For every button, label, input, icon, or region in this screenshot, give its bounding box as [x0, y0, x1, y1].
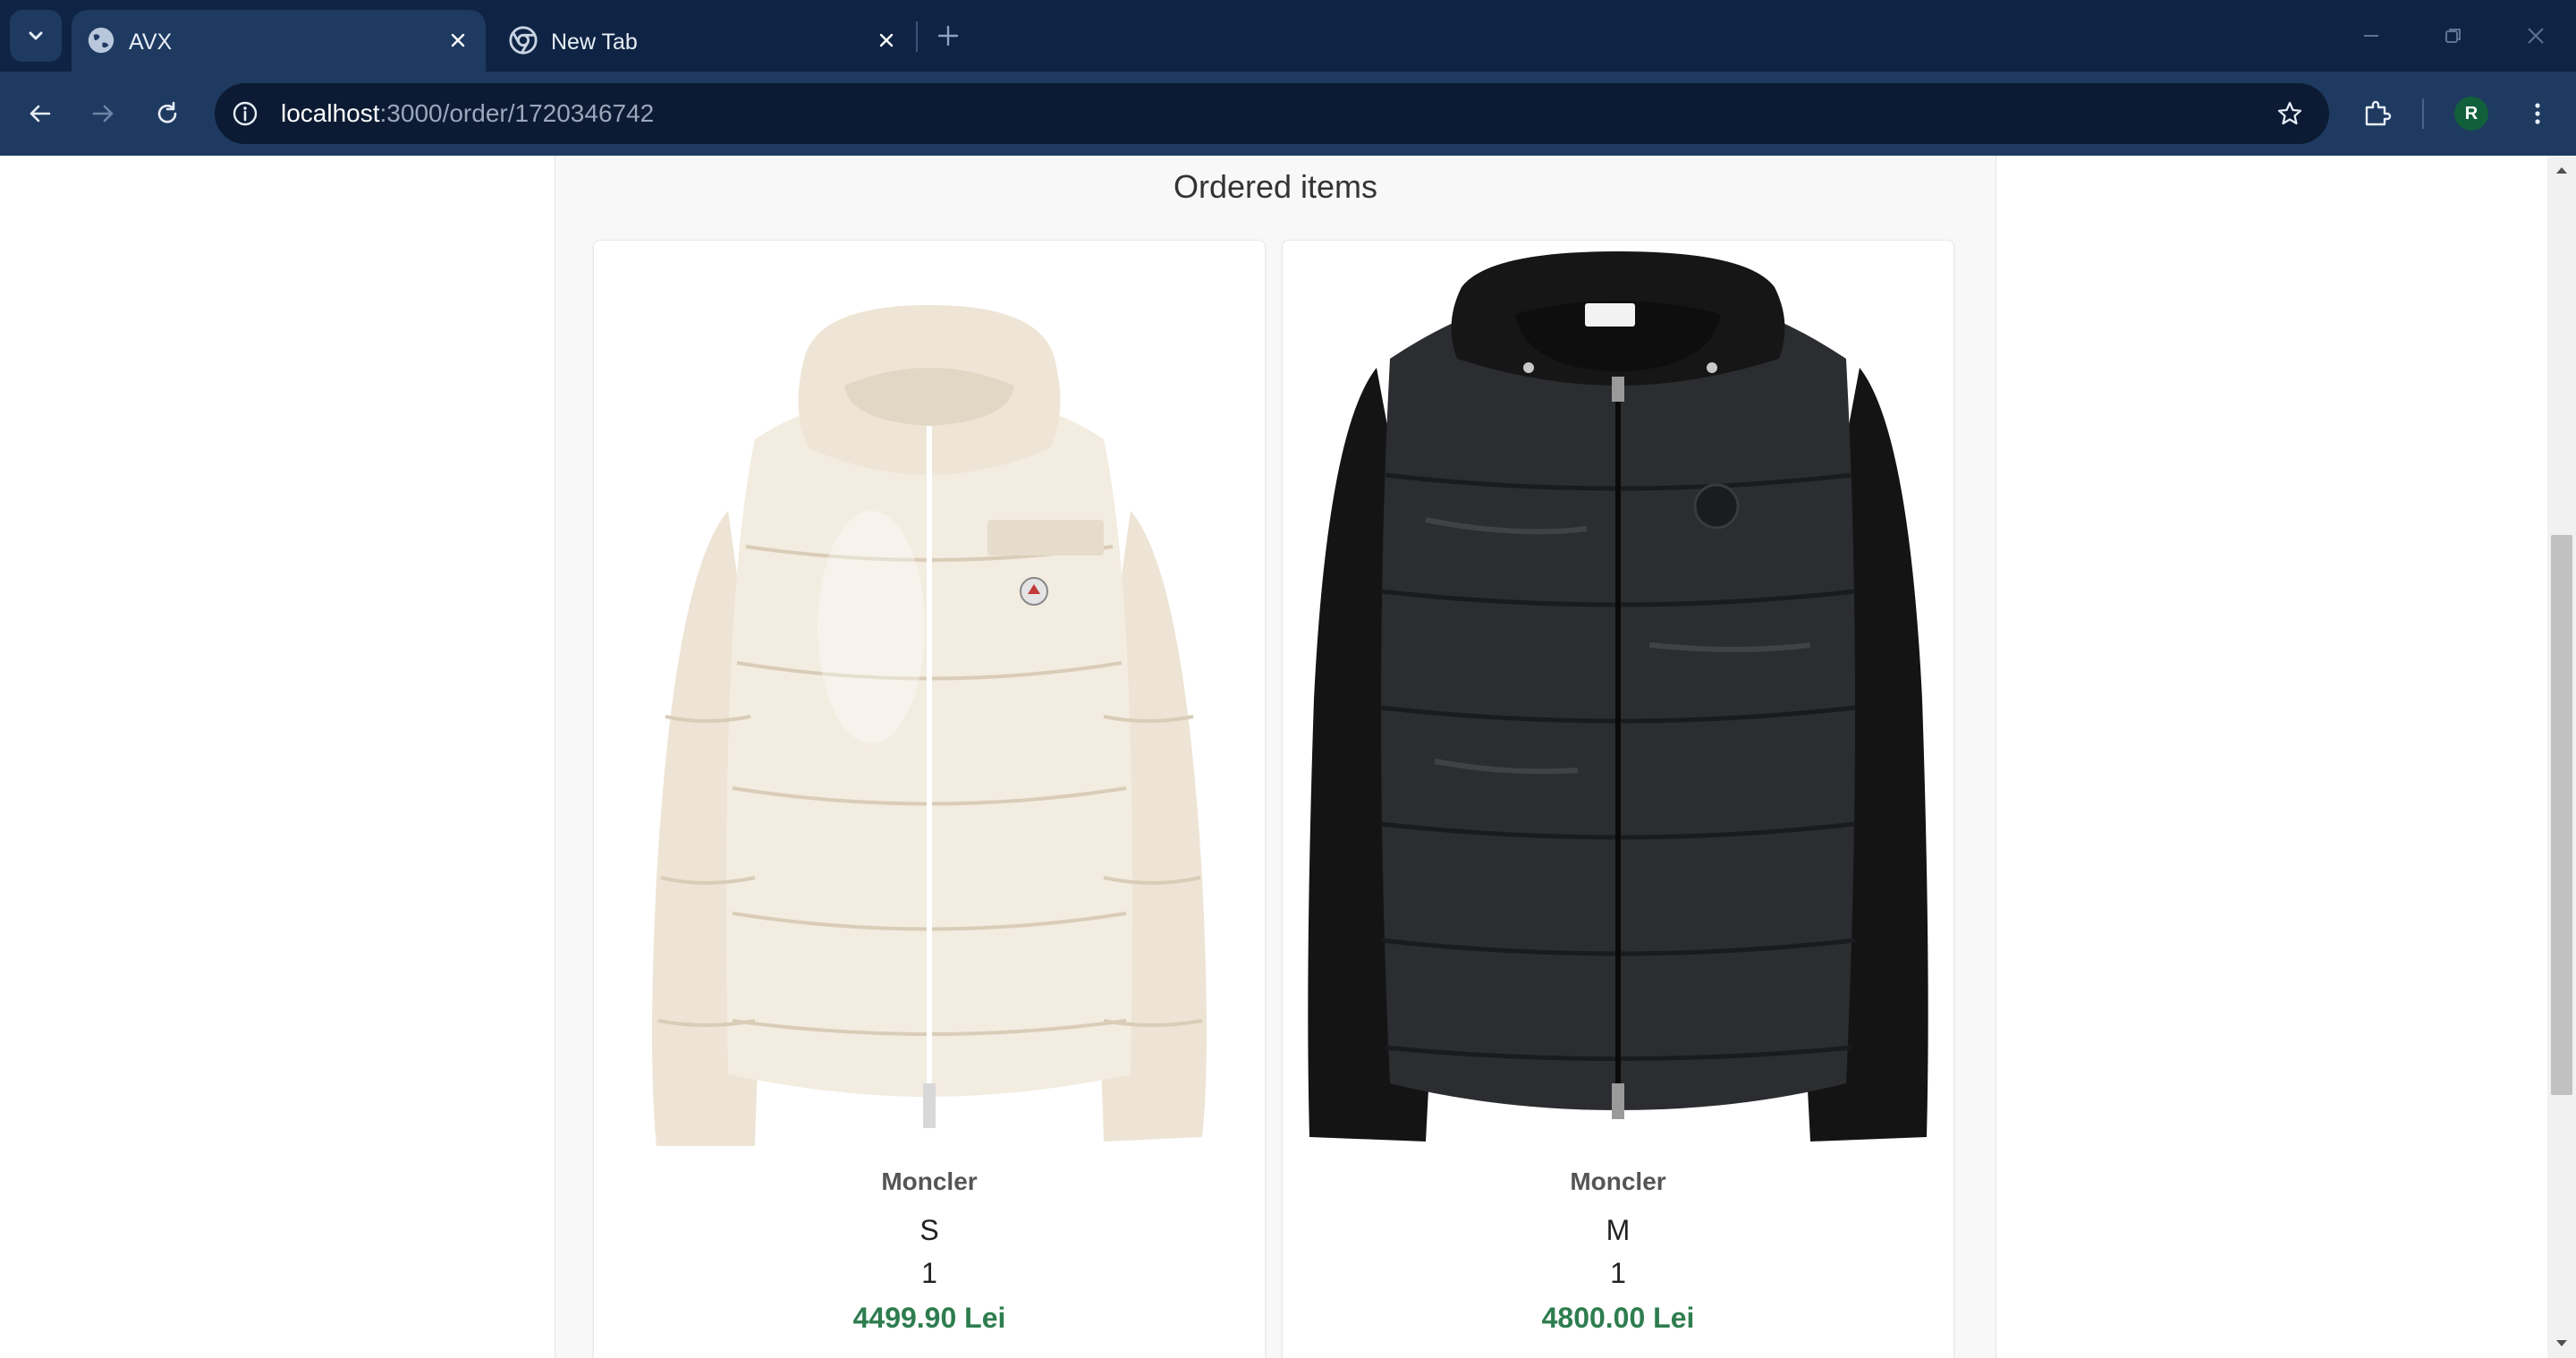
- product-brand: Moncler: [1570, 1167, 1666, 1195]
- forward-button[interactable]: [80, 91, 125, 136]
- info-icon: [233, 101, 258, 126]
- order-panel: Ordered items Moncler S 1 4499.90 Lei Mo…: [555, 156, 1996, 1358]
- product-brand: Moncler: [881, 1167, 978, 1195]
- scroll-up-button[interactable]: [2547, 161, 2576, 179]
- extensions-button[interactable]: [2354, 91, 2399, 136]
- product-quantity: 1: [921, 1257, 937, 1289]
- scrollbar-thumb[interactable]: [2551, 535, 2572, 1095]
- triangle-down-icon: [2556, 1340, 2567, 1346]
- back-button[interactable]: [18, 91, 63, 136]
- reload-icon: [157, 101, 177, 123]
- toolbar-divider: [2422, 98, 2424, 129]
- chrome-icon: [509, 26, 538, 55]
- menu-button[interactable]: [2515, 91, 2560, 136]
- url-host: localhost: [281, 99, 380, 127]
- tab-new-tab[interactable]: New Tab: [494, 10, 914, 72]
- page-viewport: Ordered items Moncler S 1 4499.90 Lei Mo…: [0, 156, 2547, 1358]
- more-vertical-icon: [2535, 103, 2540, 124]
- address-bar[interactable]: localhost:3000/order/1720346742: [215, 83, 2329, 144]
- close-icon: [451, 33, 465, 47]
- section-title: Ordered items: [1173, 168, 1378, 205]
- close-tab-button[interactable]: [871, 25, 902, 55]
- product-image[interactable]: [1292, 251, 1945, 1155]
- triangle-up-icon: [2556, 167, 2567, 174]
- chevron-down-icon: [29, 31, 43, 40]
- arrow-right-icon: [92, 105, 114, 123]
- tab-search-button[interactable]: [10, 10, 62, 62]
- vertical-scrollbar[interactable]: [2547, 156, 2576, 1358]
- tab-strip: AVX New Tab: [0, 0, 2576, 72]
- globe-icon: [88, 27, 114, 54]
- minimize-button[interactable]: [2349, 18, 2394, 54]
- scroll-down-button[interactable]: [2547, 1335, 2576, 1353]
- bookmark-button[interactable]: [2272, 96, 2308, 132]
- product-quantity: 1: [1610, 1257, 1626, 1289]
- minimize-icon: [2364, 35, 2378, 37]
- url-path: :3000/order/1720346742: [379, 99, 655, 127]
- reload-button[interactable]: [145, 91, 190, 136]
- star-icon: [2277, 101, 2302, 125]
- restore-button[interactable]: [2431, 18, 2476, 54]
- close-tab-button[interactable]: [443, 25, 473, 55]
- tab-title: AVX: [129, 30, 173, 55]
- url-text[interactable]: localhost:3000/order/1720346742: [281, 99, 654, 128]
- close-window-button[interactable]: [2513, 18, 2558, 54]
- restore-icon: [2445, 29, 2461, 43]
- profile-avatar[interactable]: R: [2454, 97, 2488, 131]
- close-icon: [2528, 28, 2544, 44]
- product-image[interactable]: [603, 251, 1256, 1155]
- product-price: 4499.90 Lei: [852, 1302, 1006, 1334]
- tab-divider: [916, 21, 918, 52]
- product-price: 4800.00 Lei: [1541, 1302, 1695, 1334]
- puzzle-icon: [2365, 100, 2392, 126]
- site-info-button[interactable]: [227, 96, 263, 132]
- new-tab-button[interactable]: [930, 18, 966, 54]
- arrow-left-icon: [30, 105, 51, 123]
- product-size: M: [1606, 1214, 1631, 1246]
- order-item-card[interactable]: Moncler M 1 4800.00 Lei: [1282, 240, 1954, 1358]
- order-item-card[interactable]: Moncler S 1 4499.90 Lei: [593, 240, 1266, 1358]
- browser-toolbar: localhost:3000/order/1720346742 R: [0, 72, 2576, 156]
- tab-title: New Tab: [551, 30, 638, 55]
- close-icon: [879, 33, 894, 47]
- plus-icon: [937, 25, 959, 47]
- product-size: S: [919, 1214, 939, 1246]
- tab-avx[interactable]: AVX: [72, 10, 486, 72]
